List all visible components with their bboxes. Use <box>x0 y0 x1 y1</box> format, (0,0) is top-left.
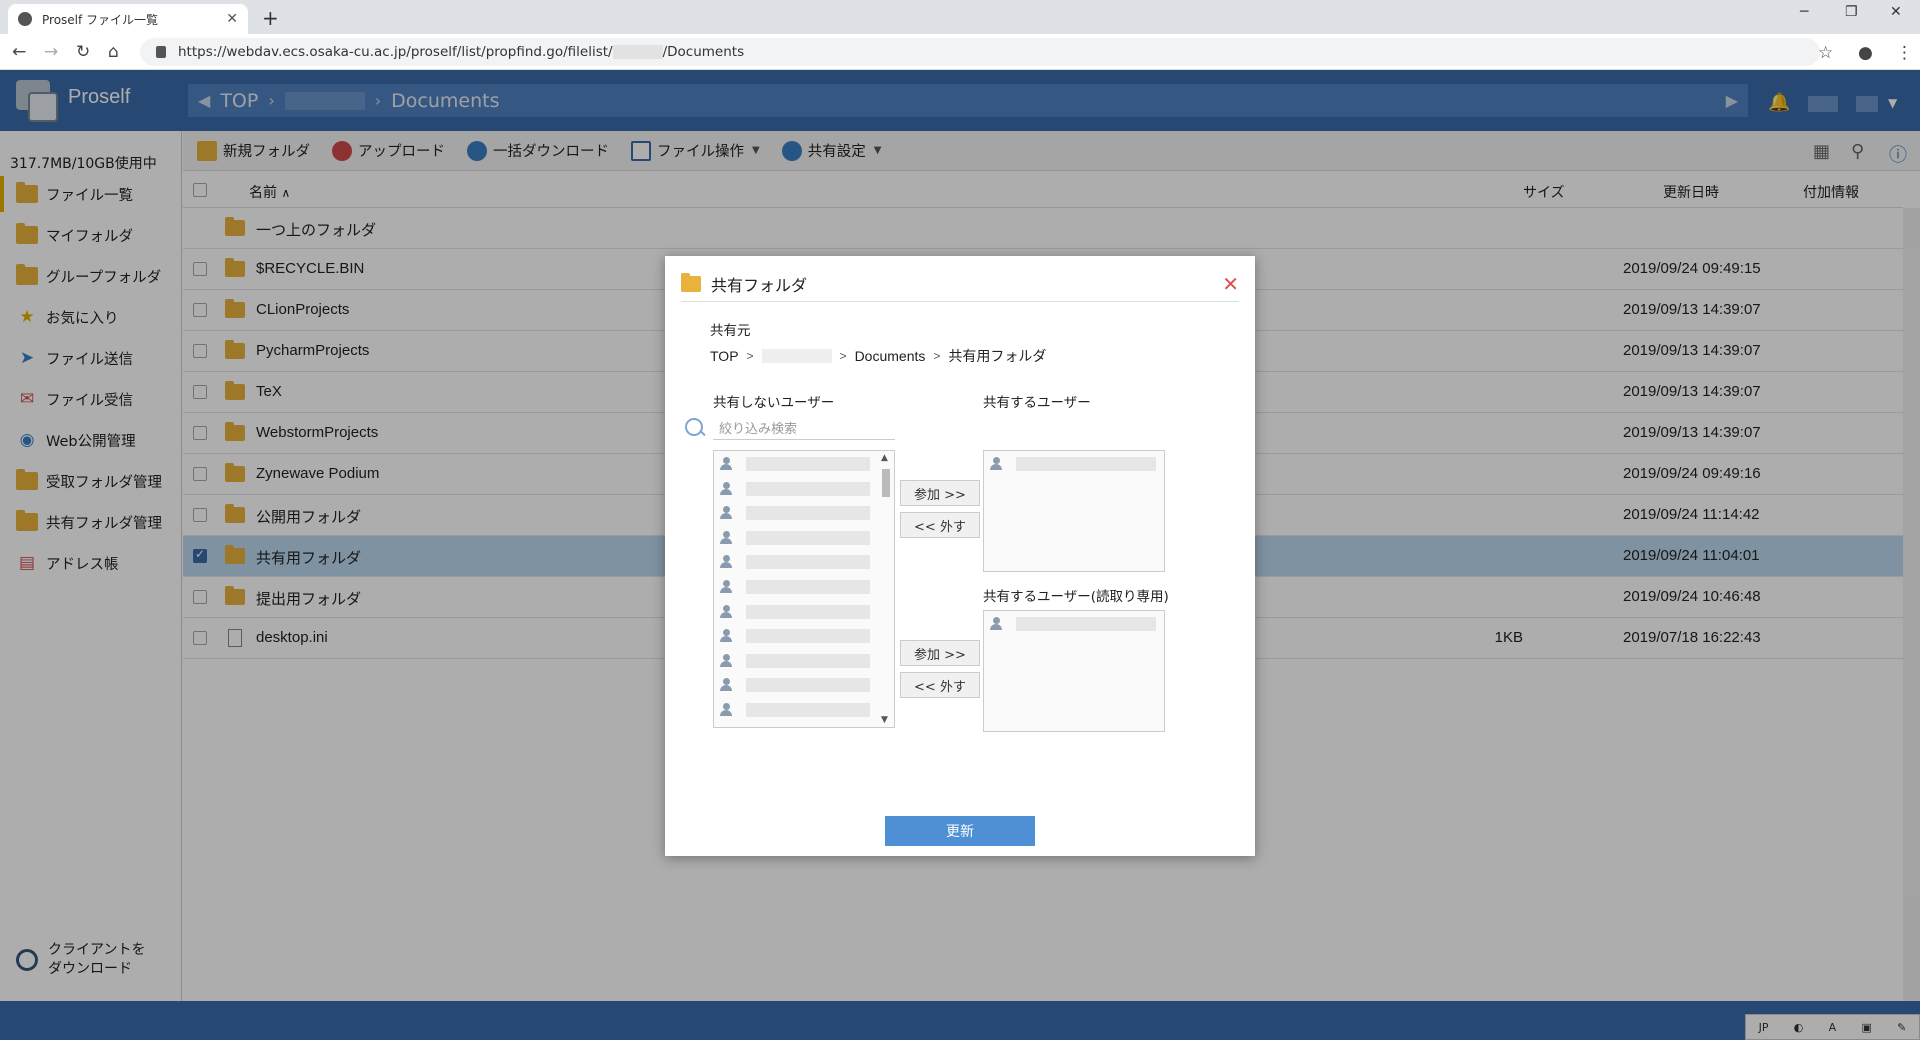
back-icon[interactable]: ← <box>12 42 26 62</box>
path-documents: Documents <box>854 348 926 364</box>
user-name-redacted <box>1016 457 1156 471</box>
profile-icon[interactable]: ● <box>1858 43 1873 63</box>
list-item[interactable] <box>720 603 870 621</box>
list-item[interactable] <box>720 480 870 498</box>
non-shared-users-label: 共有しないユーザー <box>713 395 835 411</box>
user-icon <box>990 457 1002 471</box>
list-item[interactable] <box>990 615 1156 633</box>
tab-close-icon[interactable]: ✕ <box>226 11 238 27</box>
path-separator-icon: > <box>933 349 941 363</box>
update-button[interactable]: 更新 <box>885 816 1035 846</box>
browser-tab[interactable]: Proself ファイル一覧 ✕ <box>8 4 248 34</box>
bookmark-star-icon[interactable]: ☆ <box>1818 43 1833 63</box>
user-icon <box>720 530 732 545</box>
user-name-redacted <box>746 604 870 619</box>
url-redacted <box>612 45 663 59</box>
shared-users-label: 共有するユーザー <box>983 395 1091 411</box>
close-icon[interactable]: ✕ <box>1222 272 1239 296</box>
path-top: TOP <box>710 348 739 364</box>
scroll-up-icon[interactable]: ▲ <box>881 453 888 463</box>
user-name-redacted <box>1016 617 1156 631</box>
list-item[interactable] <box>720 676 870 694</box>
readonly-users-label: 共有するユーザー(読取り専用) <box>983 589 1169 605</box>
user-filter-input[interactable]: 絞り込み検索 <box>713 414 895 440</box>
home-icon[interactable]: ⌂ <box>108 42 119 62</box>
scroll-down-icon[interactable]: ▼ <box>881 715 888 725</box>
add-readonly-button[interactable]: 参加 >> <box>900 640 980 666</box>
user-icon <box>720 653 732 668</box>
list-item[interactable] <box>720 627 870 645</box>
user-icon <box>720 703 732 717</box>
browser-tab-bar: Proself ファイル一覧 ✕ + ─ ❐ ✕ <box>0 0 1920 34</box>
user-list-scrollbar[interactable]: ▲ ▼ <box>880 453 892 725</box>
shared-folder-icon <box>681 272 701 292</box>
user-name-redacted <box>746 653 870 668</box>
user-icon <box>720 457 732 471</box>
maximize-icon[interactable]: ❐ <box>1845 4 1858 20</box>
reload-icon[interactable]: ↻ <box>76 42 90 62</box>
new-tab-icon[interactable]: + <box>262 6 279 30</box>
user-name-redacted <box>746 506 870 521</box>
add-shared-button[interactable]: 参加 >> <box>900 480 980 506</box>
share-source-path: TOP > > Documents > 共有用フォルダ <box>710 346 1046 366</box>
search-icon <box>685 418 703 436</box>
browser-menu-icon[interactable]: ⋮ <box>1896 43 1913 63</box>
remove-readonly-button[interactable]: << 外す <box>900 672 980 698</box>
shared-user-list[interactable] <box>983 450 1165 572</box>
remove-shared-button[interactable]: << 外す <box>900 512 980 538</box>
user-name-redacted <box>746 580 870 594</box>
list-item[interactable] <box>720 701 870 719</box>
list-item[interactable] <box>720 529 870 547</box>
minimize-icon[interactable]: ─ <box>1800 4 1808 20</box>
forward-icon[interactable]: → <box>44 42 58 62</box>
user-icon <box>990 617 1002 631</box>
url-prefix: https://webdav.ecs.osaka-cu.ac.jp/prosel… <box>178 44 613 60</box>
path-separator-icon: > <box>746 349 754 363</box>
user-icon <box>720 580 732 594</box>
user-icon <box>720 555 732 569</box>
dialog-header: 共有フォルダ ✕ <box>681 266 1239 302</box>
user-icon <box>720 481 732 496</box>
readonly-user-list[interactable] <box>983 610 1165 732</box>
url-field[interactable]: https://webdav.ecs.osaka-cu.ac.jp/prosel… <box>140 38 1820 66</box>
favicon-icon <box>18 12 32 26</box>
lock-icon <box>156 46 166 58</box>
user-name-redacted <box>746 457 870 471</box>
path-user-redacted <box>761 349 832 363</box>
shared-folder-dialog: 共有フォルダ ✕ 共有元 TOP > > Documents > 共有用フォルダ… <box>665 256 1255 856</box>
user-icon <box>720 678 732 692</box>
share-source-label: 共有元 <box>710 323 751 339</box>
window-close-icon[interactable]: ✕ <box>1890 4 1902 20</box>
user-name-redacted <box>746 530 870 545</box>
user-name-redacted <box>746 629 870 644</box>
tab-title: Proself ファイル一覧 <box>42 12 159 27</box>
list-item[interactable] <box>720 455 870 473</box>
path-folder: 共有用フォルダ <box>948 348 1047 364</box>
path-separator-icon: > <box>839 349 847 363</box>
user-name-redacted <box>746 481 870 496</box>
user-name-redacted <box>746 703 870 717</box>
user-icon <box>720 629 732 643</box>
list-item[interactable] <box>720 504 870 522</box>
user-icon <box>720 604 732 619</box>
non-shared-user-list[interactable]: ▲ ▼ <box>713 450 895 728</box>
list-item[interactable] <box>990 455 1156 473</box>
url-suffix: /Documents <box>662 44 745 60</box>
list-item[interactable] <box>720 578 870 596</box>
dialog-title: 共有フォルダ <box>711 275 808 295</box>
list-item[interactable] <box>720 553 870 571</box>
list-item[interactable] <box>720 652 870 670</box>
address-bar: ← → ↻ ⌂ https://webdav.ecs.osaka-cu.ac.j… <box>0 34 1920 70</box>
user-icon <box>720 506 732 520</box>
user-name-redacted <box>746 555 870 570</box>
user-name-redacted <box>746 678 870 693</box>
